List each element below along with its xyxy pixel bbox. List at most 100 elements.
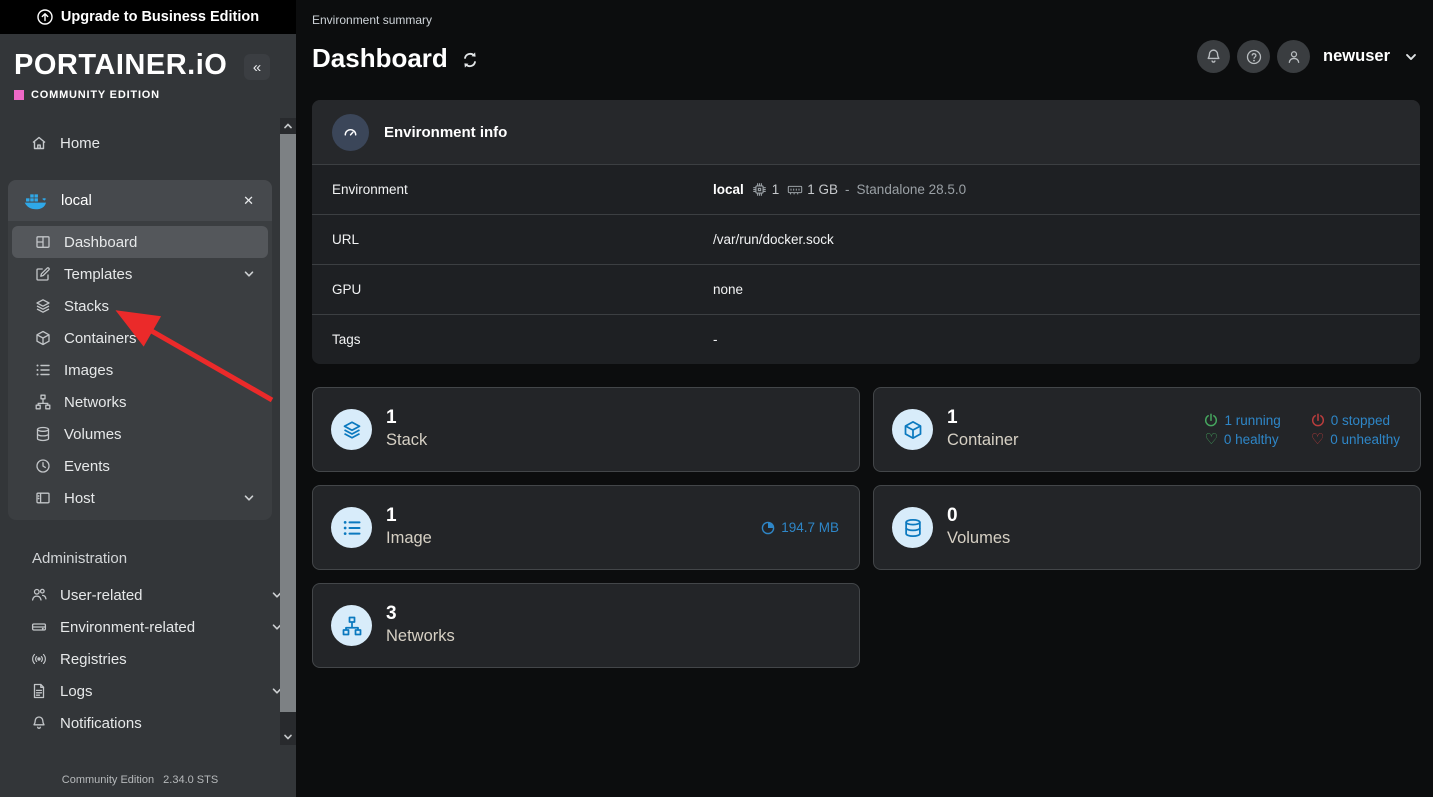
status-text: 0 unhealthy (1330, 432, 1400, 447)
docker-whale-icon (24, 192, 47, 210)
sidebar-item-label: Environment-related (60, 619, 257, 636)
sidebar-item-registries[interactable]: Registries (0, 643, 296, 675)
sidebar-item-images[interactable]: Images (12, 354, 268, 386)
sidebar-item-label: Registries (60, 651, 284, 668)
power-icon (1204, 413, 1218, 427)
volumes-icon (892, 507, 933, 548)
info-row-label: GPU (312, 282, 713, 297)
volumes-card[interactable]: 0 Volumes (873, 485, 1421, 570)
healthy-status: ♡ 0 healthy (1204, 432, 1280, 447)
image-size-text: 194.7 MB (781, 520, 839, 535)
sidebar-item-environment-related[interactable]: Environment-related (0, 611, 296, 643)
edition-label: COMMUNITY EDITION (31, 89, 160, 101)
templates-icon (34, 266, 51, 282)
image-card[interactable]: 1 Image 194.7 MB (312, 485, 860, 570)
containers-icon (892, 409, 933, 450)
chevron-down-icon[interactable] (1403, 49, 1419, 65)
sidebar-item-label: Images (64, 362, 256, 379)
sidebar-item-containers[interactable]: Containers (12, 322, 268, 354)
chevron-down-icon[interactable] (242, 267, 256, 281)
dashboard-icon (34, 234, 51, 250)
info-row-value: local 1 1 GB - Standalone 28.5.0 (713, 182, 966, 197)
volumes-count: 0 (947, 505, 1010, 528)
logo-area: PORTAINER.iO « (0, 34, 296, 80)
events-icon (34, 458, 51, 474)
bell-icon (30, 715, 47, 731)
help-button[interactable] (1237, 40, 1270, 73)
sidebar-item-stacks[interactable]: Stacks (12, 290, 268, 322)
sidebar-item-events[interactable]: Events (12, 450, 268, 482)
container-statuses: 1 running 0 stopped ♡ 0 healthy ♡ 0 unhe… (1204, 413, 1400, 447)
stacks-icon (34, 298, 51, 314)
sidebar-scrollbar[interactable] (280, 118, 296, 745)
environment-block: local ✕ Dashboard Templates (8, 180, 272, 520)
sidebar-item-logs[interactable]: Logs (0, 675, 296, 707)
dash-separator: - (845, 182, 850, 197)
networks-card[interactable]: 3 Networks (312, 583, 860, 668)
sidebar-item-label: Containers (64, 330, 256, 347)
upgrade-banner[interactable]: Upgrade to Business Edition (0, 0, 296, 34)
registries-icon (30, 651, 47, 667)
sidebar: Upgrade to Business Edition PORTAINER.iO… (0, 0, 296, 797)
info-row-value: none (713, 282, 743, 297)
sidebar-item-user-related[interactable]: User-related (0, 579, 296, 611)
environment-icon (30, 619, 47, 635)
upgrade-circle-arrow-icon (37, 9, 53, 25)
sidebar-item-host[interactable]: Host (12, 482, 268, 514)
chevron-down-icon[interactable] (242, 491, 256, 505)
info-row-label: Tags (312, 332, 713, 347)
breadcrumb: Environment summary (312, 0, 1420, 27)
bell-icon (1205, 48, 1222, 65)
sidebar-collapse-button[interactable]: « (244, 54, 270, 80)
sidebar-item-networks[interactable]: Networks (12, 386, 268, 418)
sidebar-item-home[interactable]: Home (0, 127, 296, 159)
info-row-value: - (713, 332, 718, 347)
dashboard-cards: 1 Stack 1 Container 1 running (312, 387, 1420, 668)
stack-card[interactable]: 1 Stack (312, 387, 860, 472)
container-label: Container (947, 430, 1019, 451)
environment-menu: Dashboard Templates Stacks (8, 221, 272, 520)
info-row-url: URL /var/run/docker.sock (312, 214, 1420, 264)
close-icon[interactable]: ✕ (239, 191, 258, 211)
info-row-label: URL (312, 232, 713, 247)
info-row-label: Environment (312, 182, 713, 197)
scroll-down-icon[interactable] (280, 729, 296, 745)
environment-header[interactable]: local ✕ (8, 180, 272, 221)
memory-spec: 1 GB (786, 182, 838, 197)
stack-label: Stack (386, 430, 427, 451)
sidebar-item-label: User-related (60, 587, 257, 604)
cpu-spec: 1 (751, 182, 780, 197)
volumes-label: Volumes (947, 528, 1010, 549)
networks-icon (34, 394, 51, 410)
heart-icon: ♡ (1204, 432, 1217, 447)
scroll-up-icon[interactable] (280, 118, 296, 134)
environment-name: local (61, 192, 239, 209)
notifications-button[interactable] (1197, 40, 1230, 73)
sidebar-item-label: Templates (64, 266, 229, 283)
container-card[interactable]: 1 Container 1 running 0 stopped ♡ (873, 387, 1421, 472)
sidebar-item-templates[interactable]: Templates (12, 258, 268, 290)
sidebar-item-notifications[interactable]: Notifications (0, 707, 296, 739)
stopped-status: 0 stopped (1311, 413, 1400, 428)
administration-menu: User-related Environment-related Registr… (0, 579, 296, 739)
cpu-icon (751, 182, 768, 197)
footer-version: 2.34.0 STS (163, 774, 218, 786)
sidebar-item-label: Home (60, 135, 296, 152)
logs-icon (30, 683, 47, 699)
scrollbar-thumb[interactable] (280, 134, 296, 712)
info-row-gpu: GPU none (312, 264, 1420, 314)
images-icon (331, 507, 372, 548)
user-menu[interactable]: newuser (1323, 47, 1390, 66)
footer-edition: Community Edition (62, 774, 154, 786)
collapse-icon: « (253, 59, 261, 76)
administration-heading: Administration (0, 550, 296, 567)
avatar[interactable] (1277, 40, 1310, 73)
refresh-icon[interactable] (460, 50, 480, 70)
users-icon (30, 587, 47, 603)
stack-count: 1 (386, 407, 427, 430)
edition-square-icon (14, 90, 24, 100)
sidebar-item-dashboard[interactable]: Dashboard (12, 226, 268, 258)
home-icon (30, 135, 47, 151)
sidebar-item-volumes[interactable]: Volumes (12, 418, 268, 450)
environment-info-panel: Environment info Environment local 1 1 G… (312, 100, 1420, 364)
